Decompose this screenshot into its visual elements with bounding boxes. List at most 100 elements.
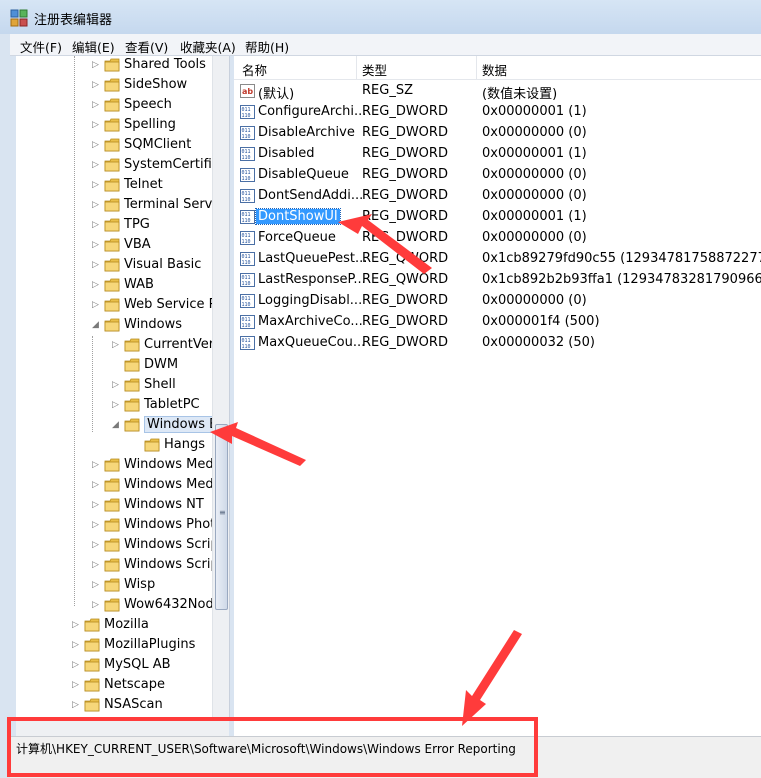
column-divider[interactable] — [356, 56, 357, 80]
menu-favorites[interactable]: 收藏夹(A) — [180, 37, 236, 56]
folder-icon — [104, 578, 120, 592]
folder-icon — [144, 438, 160, 452]
tree-node-label: Windows Scrip — [124, 557, 219, 572]
tree-node-label: MozillaPlugins — [104, 637, 196, 652]
folder-icon — [104, 518, 120, 532]
expand-arrow-icon[interactable]: ▷ — [92, 200, 102, 210]
collapse-arrow-icon[interactable]: ◢ — [112, 420, 122, 430]
binary-value-icon: 011110 — [240, 147, 255, 161]
value-type: REG_DWORD — [362, 188, 448, 203]
key-tree[interactable]: ▷ Shared Tools ▷ SideShow ▷ Speech ▷ Spelling ▷ S… — [16, 56, 230, 718]
expand-arrow-icon[interactable]: ▷ — [112, 400, 122, 410]
value-list[interactable]: 名称 类型 数据 ab (默认) REG_SZ (数值未设置) 011 110 Config… — [234, 56, 761, 736]
tree-node-label: Spelling — [124, 117, 176, 132]
value-row[interactable]: 011 110 DisableArchive REG_DWORD 0x00000000 … — [234, 123, 761, 144]
folder-icon — [84, 658, 100, 672]
menu-view[interactable]: 查看(V) — [125, 37, 168, 56]
folder-icon — [104, 178, 120, 192]
string-value-icon: ab — [240, 84, 255, 98]
svg-text:110: 110 — [242, 176, 251, 182]
expand-arrow-icon[interactable]: ▷ — [72, 640, 82, 650]
value-type: REG_DWORD — [362, 167, 448, 182]
collapse-arrow-icon[interactable]: ◢ — [92, 320, 102, 330]
value-data: 0x000001f4 (500) — [482, 314, 600, 329]
svg-text:110: 110 — [242, 239, 251, 245]
value-row[interactable]: 011 110 LastQueuePest... REG_QWORD 0x1cb8927… — [234, 249, 761, 270]
expand-arrow-icon[interactable]: ▷ — [92, 500, 102, 510]
tree-node-label: CurrentVers — [144, 337, 221, 352]
value-name: Disabled — [258, 146, 315, 161]
expand-arrow-icon[interactable]: ▷ — [72, 660, 82, 670]
expand-arrow-icon[interactable]: ▷ — [92, 80, 102, 90]
value-row[interactable]: 011 110 DontSendAddi... REG_DWORD 0x00000000… — [234, 186, 761, 207]
value-row[interactable]: 011 110 ForceQueue REG_DWORD 0x00000000 (0) — [234, 228, 761, 249]
expand-arrow-icon[interactable]: ▷ — [92, 600, 102, 610]
menu-help[interactable]: 帮助(H) — [245, 37, 289, 56]
expand-arrow-icon[interactable]: ▷ — [92, 180, 102, 190]
expand-arrow-icon[interactable]: ▷ — [92, 240, 102, 250]
expand-arrow-icon[interactable]: ▷ — [72, 620, 82, 630]
tree-node-label: Windows NT — [124, 497, 204, 512]
tree-horizontal-scrollbar[interactable] — [16, 718, 229, 736]
expand-arrow-icon[interactable]: ▷ — [92, 520, 102, 530]
folder-icon — [104, 558, 120, 572]
expand-arrow-icon[interactable]: ▷ — [92, 260, 102, 270]
expand-arrow-icon[interactable]: ▷ — [92, 140, 102, 150]
tree-node-label: Shared Tools — [124, 57, 206, 72]
expand-arrow-icon[interactable]: ▷ — [112, 380, 122, 390]
expand-arrow-icon[interactable]: ▷ — [92, 580, 102, 590]
value-name: DisableArchive — [258, 125, 355, 140]
value-row[interactable]: 011 110 ConfigureArchi... REG_DWORD 0x000000… — [234, 102, 761, 123]
binary-value-icon: 011110 — [240, 315, 255, 329]
tree-vertical-scrollbar[interactable]: ≡ — [212, 56, 229, 718]
value-row[interactable]: 011 110 DisableQueue REG_DWORD 0x00000000 (0… — [234, 165, 761, 186]
value-name: LoggingDisabl... — [258, 293, 363, 308]
expand-arrow-icon[interactable]: ▷ — [92, 220, 102, 230]
value-row[interactable]: 011 110 LastResponseP... REG_QWORD 0x1cb892b… — [234, 270, 761, 291]
registry-editor-window: 注册表编辑器 文件(F) 编辑(E) 查看(V) 收藏夹(A) 帮助(H) ▷ S… — [0, 0, 761, 778]
grip-icon: ≡ — [219, 508, 226, 517]
expand-arrow-icon[interactable]: ▷ — [92, 160, 102, 170]
column-divider[interactable] — [476, 56, 477, 80]
binary-value-icon: 011110 — [240, 168, 255, 182]
expand-arrow-icon[interactable]: ▷ — [92, 560, 102, 570]
value-name: MaxArchiveCo... — [258, 314, 363, 329]
tree-node-label: VBA — [124, 237, 151, 252]
column-data[interactable]: 数据 — [482, 60, 507, 79]
expand-arrow-icon[interactable]: ▷ — [92, 480, 102, 490]
folder-icon — [104, 298, 120, 312]
folder-icon — [104, 118, 120, 132]
scrollbar-thumb[interactable]: ≡ — [215, 424, 228, 610]
title-bar[interactable]: 注册表编辑器 — [0, 0, 761, 34]
expand-arrow-icon[interactable]: ▷ — [112, 340, 122, 350]
value-row[interactable]: 011 110 DontShowUI REG_DWORD 0x00000001 (1) — [234, 207, 761, 228]
value-type: REG_DWORD — [362, 230, 448, 245]
expand-arrow-icon[interactable]: ▷ — [72, 680, 82, 690]
tree-node-label: Speech — [124, 97, 172, 112]
expand-arrow-icon[interactable]: ▷ — [92, 460, 102, 470]
menu-edit[interactable]: 编辑(E) — [72, 37, 115, 56]
value-type: REG_QWORD — [362, 251, 449, 266]
expand-arrow-icon[interactable]: ▷ — [92, 100, 102, 110]
expand-arrow-icon[interactable]: ▷ — [92, 60, 102, 70]
value-row[interactable]: 011 110 Disabled REG_DWORD 0x00000001 (1) — [234, 144, 761, 165]
value-row[interactable]: 011 110 MaxArchiveCo... REG_DWORD 0x000001f4… — [234, 312, 761, 333]
value-row[interactable]: 011 110 LoggingDisabl... REG_DWORD 0x0000000… — [234, 291, 761, 312]
expand-arrow-icon[interactable]: ▷ — [92, 540, 102, 550]
value-row[interactable]: 011 110 MaxQueueCou... REG_DWORD 0x00000032 … — [234, 333, 761, 354]
binary-value-icon: 011110 — [240, 294, 255, 308]
value-data: 0x00000001 (1) — [482, 209, 587, 224]
expand-arrow-icon[interactable]: ▷ — [92, 120, 102, 130]
menu-file[interactable]: 文件(F) — [20, 37, 62, 56]
column-type[interactable]: 类型 — [362, 60, 387, 79]
tree-node-label: Visual Basic — [124, 257, 202, 272]
expand-arrow-icon[interactable]: ▷ — [92, 300, 102, 310]
value-row[interactable]: ab (默认) REG_SZ (数值未设置) — [234, 81, 761, 102]
expand-arrow-icon — [112, 360, 122, 370]
column-name[interactable]: 名称 — [242, 60, 267, 79]
binary-value-icon: 011110 — [240, 273, 255, 287]
folder-icon — [104, 138, 120, 152]
binary-value-icon: 011110 — [240, 210, 255, 224]
expand-arrow-icon[interactable]: ▷ — [72, 700, 82, 710]
expand-arrow-icon[interactable]: ▷ — [92, 280, 102, 290]
